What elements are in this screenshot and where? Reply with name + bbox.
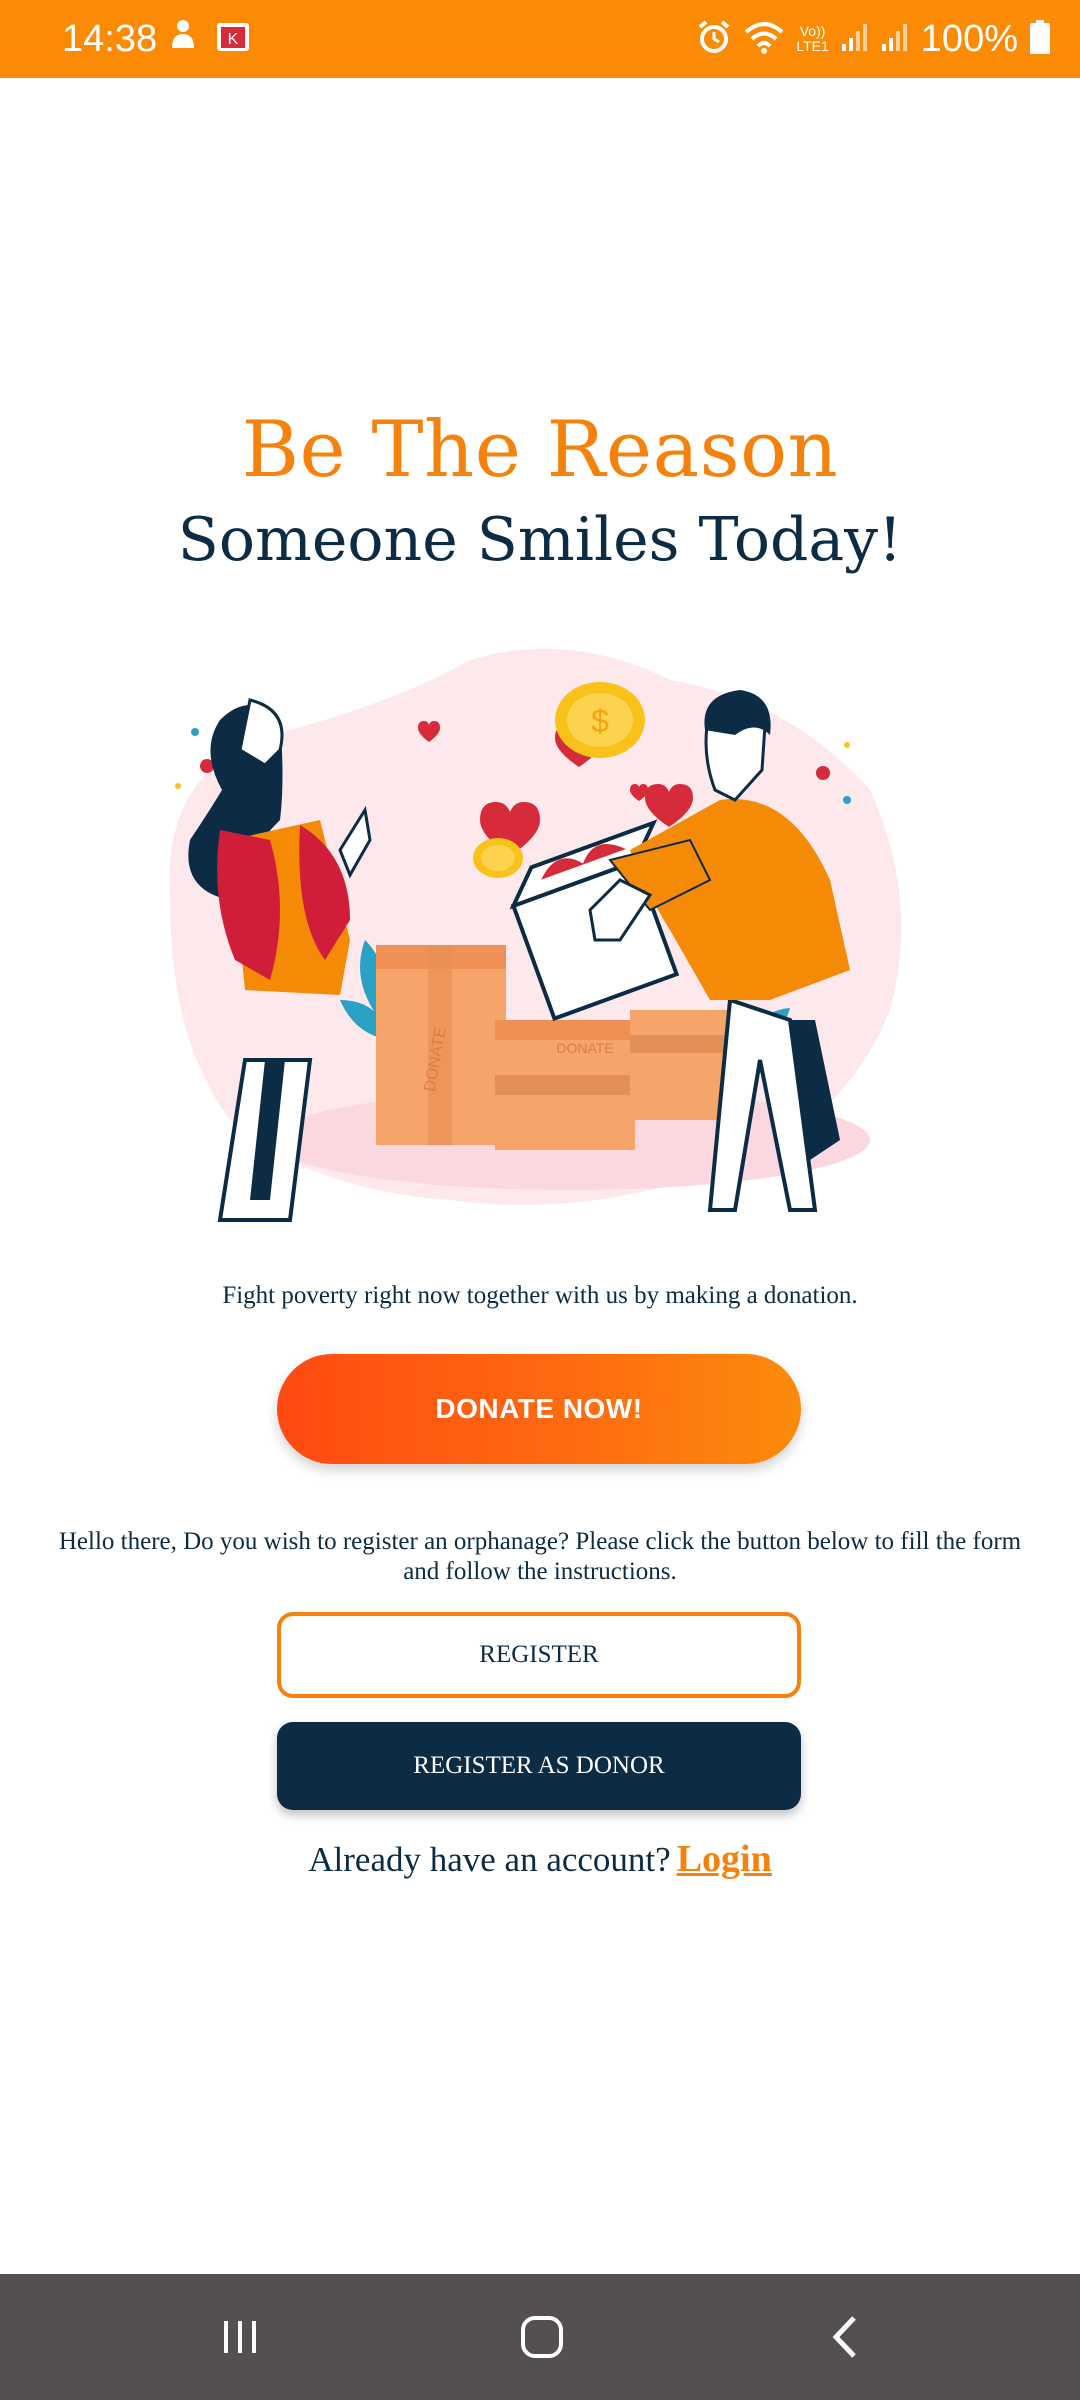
donation-illustration: $ DONATE DONATE [150,640,930,1230]
donate-now-button[interactable]: DONATE NOW! [277,1354,801,1464]
headline-primary: Be The Reason [241,405,839,495]
recent-apps-icon[interactable] [200,2304,280,2370]
back-icon[interactable] [806,2304,886,2370]
shop-icon: K [216,18,250,57]
login-prompt: Already have an account? [308,1840,671,1879]
battery-icon [1030,19,1050,59]
svg-text:K: K [228,31,239,48]
svg-text:$: $ [591,703,609,739]
alarm-icon [696,19,732,60]
register-as-donor-button[interactable]: REGISTER AS DONOR [277,1722,801,1810]
wifi-icon [744,20,784,59]
signal-icon [841,22,869,57]
status-time: 14:38 [62,18,158,60]
volte-icon: Vo)) LTE1 [796,23,829,54]
system-nav-bar [0,2274,1080,2400]
register-button[interactable]: REGISTER [277,1612,801,1698]
register-info-text: Hello there, Do you wish to register an … [58,1528,1022,1585]
headline-secondary: Someone Smiles Today! [177,505,903,575]
login-link[interactable]: Login [677,1838,772,1880]
battery-percentage: 100% [920,18,1018,60]
status-bar: 14:38 K Vo)) LTE1 100% [0,0,1080,78]
signal-icon [881,22,909,57]
baby-icon [168,18,198,57]
login-row: Already have an account? Login [0,1834,1080,1885]
svg-text:DONATE: DONATE [556,1040,613,1056]
home-icon[interactable] [502,2304,582,2370]
donate-tagline: Fight poverty right now together with us… [222,1282,858,1309]
